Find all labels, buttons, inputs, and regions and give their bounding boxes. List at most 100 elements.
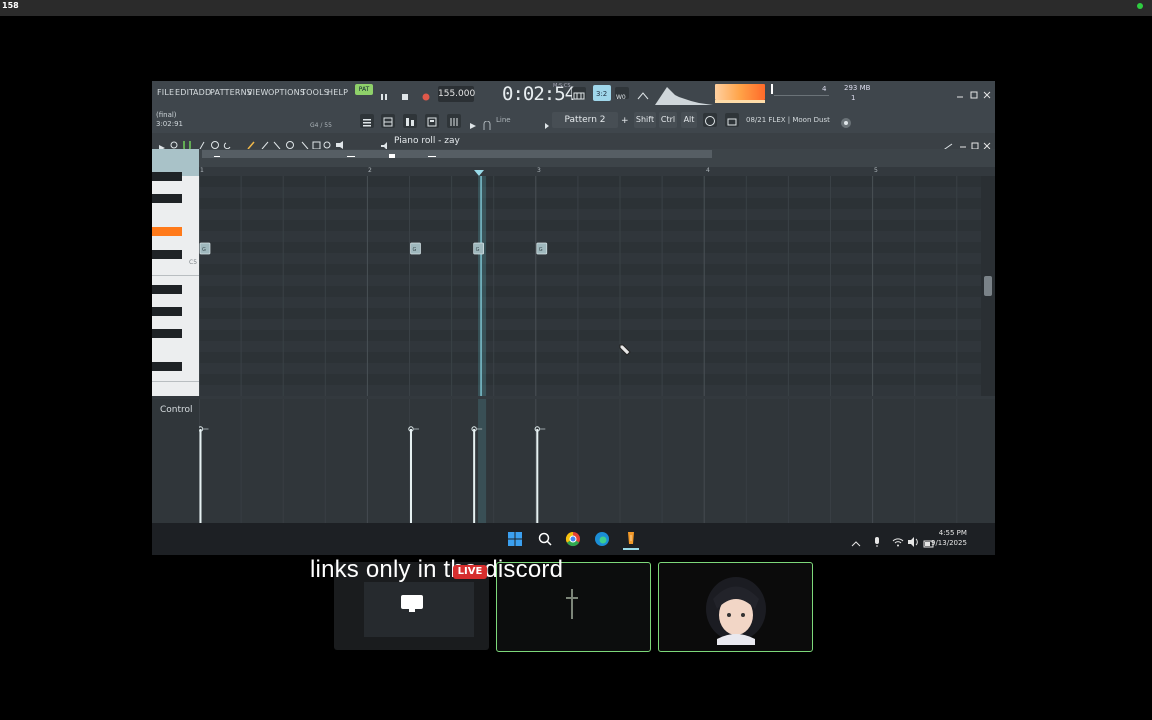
active-key[interactable] [152, 227, 182, 236]
fl-toolbar: FILE EDIT ADD PATTERNS VIEW OPTIONS TOOL… [152, 81, 995, 133]
piano-keyboard[interactable]: C5 [152, 172, 199, 396]
grid-row [199, 308, 981, 319]
black-key[interactable] [152, 329, 182, 338]
record-icon[interactable] [421, 87, 431, 101]
volume-icon[interactable] [907, 533, 919, 547]
next-arrow-icon[interactable] [543, 116, 551, 129]
minimize-icon[interactable] [955, 85, 965, 98]
tempo-display[interactable]: 155.000 [438, 86, 475, 102]
news-icon[interactable] [703, 113, 717, 127]
horizontal-scrollbar[interactable] [202, 150, 712, 158]
grid-row [199, 341, 981, 352]
fl-studio-window: FILE EDIT ADD PATTERNS VIEW OPTIONS TOOL… [152, 81, 995, 555]
grid-row [199, 385, 981, 396]
typing-keyboard-icon[interactable] [572, 87, 586, 100]
voices-value: 1 [851, 94, 856, 102]
vertical-scrollbar[interactable] [981, 176, 995, 396]
black-key[interactable] [152, 285, 182, 294]
menu-patterns[interactable]: PATTERNS [210, 88, 252, 97]
grid-row [199, 187, 981, 198]
scroll-tick [214, 156, 220, 157]
master-peak-meter [715, 100, 765, 103]
mixer-icon[interactable] [447, 114, 461, 128]
browser-icon[interactable] [425, 114, 439, 128]
fl-studio-taskbar-icon[interactable] [623, 530, 639, 550]
ctrl-button[interactable]: Ctrl [659, 112, 677, 128]
pattern-song-toggle[interactable]: PAT [355, 84, 373, 95]
hint-bar: (final) 3:02:91 [156, 111, 183, 129]
piano-roll-title[interactable]: Piano roll - zay [394, 136, 460, 146]
note-grid[interactable]: GGGG [198, 176, 981, 396]
clock-time: 4:55 PM [938, 529, 967, 537]
menu-edit[interactable]: EDIT [175, 88, 194, 97]
control-selector[interactable]: Control [160, 405, 193, 415]
black-key[interactable] [152, 250, 182, 259]
metronome-icon[interactable]: 3:2 [593, 85, 611, 101]
arrow-right-icon[interactable] [468, 116, 478, 129]
menu-help[interactable]: HELP [327, 88, 348, 97]
menu-add[interactable]: ADD [193, 88, 211, 97]
chrome-icon[interactable] [565, 531, 581, 547]
playhead-marker-icon[interactable] [474, 163, 484, 176]
note-grid-lines: GGGG [198, 176, 981, 396]
close-icon[interactable] [982, 85, 992, 99]
stop-icon[interactable] [400, 87, 410, 100]
pr-close-icon[interactable] [982, 136, 992, 150]
menu-view[interactable]: VIEW [247, 88, 269, 97]
resize-icon[interactable] [941, 137, 953, 152]
snap-selector[interactable]: Line [496, 116, 511, 124]
windows-start-icon[interactable] [507, 531, 523, 547]
svg-text:3:2: 3:2 [596, 90, 607, 98]
taskbar-clock[interactable]: 4:55 PM 9/13/2025 [931, 528, 967, 548]
time-unit-label: M:S:CS [553, 83, 571, 89]
master-volume-slider[interactable] [774, 95, 829, 96]
countdown-icon[interactable] [636, 87, 650, 100]
wifi-icon[interactable] [892, 533, 904, 547]
volume-marker[interactable] [771, 84, 773, 94]
add-pattern-icon[interactable]: + [621, 116, 629, 126]
cpu-value: 4 [822, 85, 827, 93]
black-key[interactable] [152, 194, 182, 203]
timeline-ruler[interactable]: 1 2 3 4 5 [152, 149, 995, 176]
edge-icon[interactable] [594, 531, 610, 547]
playlist-icon[interactable] [360, 114, 374, 128]
stream-tile-avatar[interactable] [658, 562, 813, 652]
black-key[interactable] [152, 307, 182, 316]
wait-input-icon[interactable]: W0 [615, 87, 629, 101]
stream-top-bar: 158 [0, 0, 1152, 16]
menu-file[interactable]: FILE [157, 88, 174, 97]
grid-row [199, 264, 981, 275]
menu-arrow-icon[interactable] [158, 137, 166, 151]
piano-roll-icon[interactable] [403, 114, 417, 128]
vertical-scroll-thumb[interactable] [984, 276, 992, 296]
menu-tools[interactable]: TOOLS [301, 88, 329, 97]
globe-icon[interactable] [840, 114, 852, 128]
scroll-handle[interactable] [389, 154, 395, 158]
maximize-icon[interactable] [969, 85, 979, 99]
menu-options[interactable]: OPTIONS [268, 88, 305, 97]
plugin-info-text[interactable]: 08/21 FLEX | Moon Dust [746, 116, 830, 124]
pr-maximize-icon[interactable] [970, 136, 980, 150]
search-icon[interactable] [537, 531, 553, 547]
shift-button[interactable]: Shift [634, 112, 656, 128]
hint-line-1: (final) [156, 111, 177, 119]
chevron-up-icon[interactable] [851, 534, 861, 547]
shop-icon[interactable] [725, 113, 739, 127]
microphone-icon[interactable] [872, 533, 882, 547]
anime-avatar-image [703, 569, 769, 645]
velocity-lane[interactable] [199, 399, 981, 523]
grid-row [199, 297, 981, 308]
speaker-icon[interactable] [380, 136, 390, 150]
pattern-selector[interactable]: Pattern 2 [552, 112, 618, 128]
piano-roll-tools[interactable] [170, 136, 350, 152]
channel-rack-icon[interactable] [381, 114, 395, 128]
alt-button[interactable]: Alt [681, 112, 697, 128]
pr-minimize-icon[interactable] [958, 136, 968, 148]
pause-icon[interactable] [379, 87, 389, 100]
black-key[interactable] [152, 362, 182, 371]
magnet-icon[interactable] [483, 116, 491, 130]
note-label: G [413, 247, 417, 253]
master-level-meter [715, 84, 765, 100]
bar-number: 1 [200, 167, 204, 174]
black-key[interactable] [152, 172, 182, 181]
